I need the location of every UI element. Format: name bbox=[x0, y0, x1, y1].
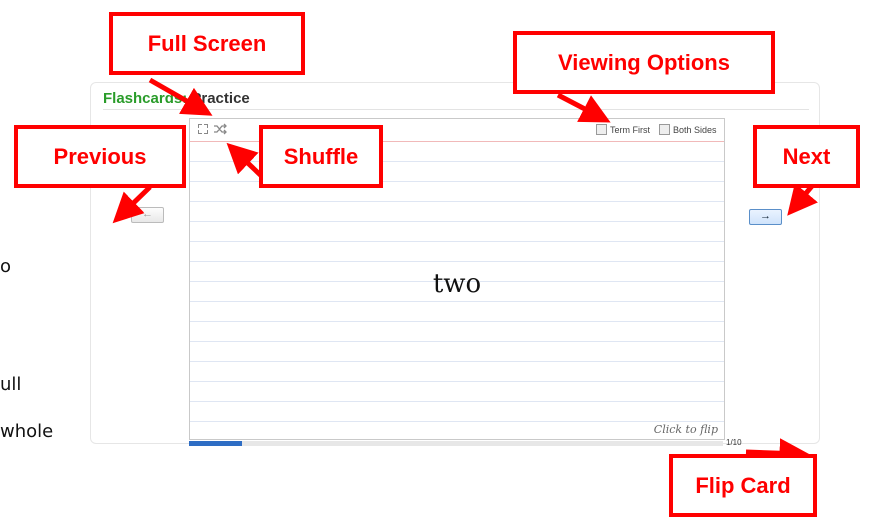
side-text-fragment-1: o bbox=[0, 256, 12, 277]
title-prefix: Flashcards: bbox=[103, 90, 188, 107]
progress-fill bbox=[189, 441, 243, 446]
card-rule-line bbox=[190, 201, 724, 202]
term-first-label: Term First bbox=[610, 124, 650, 135]
callout-flip-card: Flip Card bbox=[669, 454, 817, 517]
term-first-checkbox[interactable] bbox=[596, 124, 607, 135]
option-both-sides[interactable]: Both Sides bbox=[659, 124, 717, 135]
title-suffix: Practice bbox=[191, 90, 250, 107]
card-rule-line bbox=[190, 401, 724, 402]
page-title: Flashcards: Practice bbox=[103, 90, 250, 107]
card-rule-line bbox=[190, 261, 724, 262]
previous-button[interactable]: ← bbox=[131, 207, 164, 223]
card-rule-line bbox=[190, 321, 724, 322]
callout-next: Next bbox=[753, 125, 860, 188]
callout-previous: Previous bbox=[14, 125, 186, 188]
progress-bar bbox=[189, 441, 723, 446]
card-rule-line bbox=[190, 241, 724, 242]
callout-shuffle: Shuffle bbox=[259, 125, 383, 188]
flip-card-link[interactable]: Click to flip bbox=[654, 423, 718, 436]
next-button[interactable]: → bbox=[749, 209, 782, 225]
both-sides-label: Both Sides bbox=[673, 124, 717, 135]
card-rule-line bbox=[190, 361, 724, 362]
progress-label: 1/10 bbox=[726, 438, 742, 447]
callout-full-screen: Full Screen bbox=[109, 12, 305, 75]
card-rule-line bbox=[190, 381, 724, 382]
side-text-fragment-2: ull bbox=[0, 374, 22, 395]
card-rule-line bbox=[190, 341, 724, 342]
option-term-first[interactable]: Term First bbox=[596, 124, 650, 135]
both-sides-checkbox[interactable] bbox=[659, 124, 670, 135]
card-term: two bbox=[432, 269, 482, 299]
side-text-fragment-3: whole bbox=[0, 421, 54, 442]
title-divider bbox=[103, 109, 809, 110]
card-rule-line bbox=[190, 421, 724, 422]
card-rule-line bbox=[190, 221, 724, 222]
callout-viewing-options: Viewing Options bbox=[513, 31, 775, 94]
card-rule-line bbox=[190, 301, 724, 302]
shuffle-icon[interactable] bbox=[213, 123, 227, 137]
fullscreen-icon[interactable] bbox=[197, 123, 209, 137]
